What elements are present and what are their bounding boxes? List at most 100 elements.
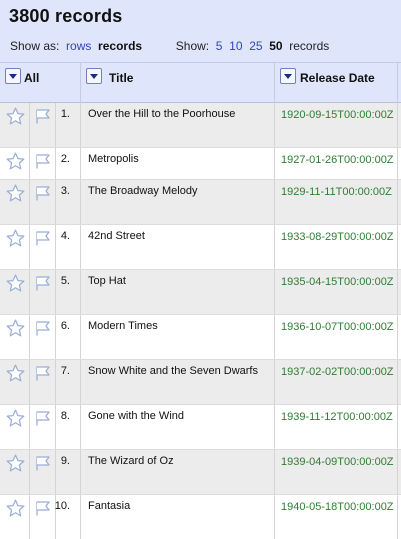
title-cell: 42nd Street [81, 225, 275, 269]
release-date-cell: 1920-09-15T00:00:00Z [275, 103, 398, 147]
table-row: 3. The Broadway Melody 1929-11-11T00:00:… [0, 180, 401, 225]
release-date-cell: 1940-05-18T00:00:00Z [275, 495, 398, 539]
title-cell: Top Hat [81, 270, 275, 314]
row-number: 7. [60, 365, 70, 377]
row-number-cell: 6. [56, 315, 81, 359]
row-number: 1. [60, 108, 70, 120]
flag-cell [30, 315, 56, 359]
all-dropdown-icon[interactable] [5, 68, 21, 84]
row-title: Modern Times [88, 320, 158, 332]
release-date-cell: 1939-11-12T00:00:00Z [275, 405, 398, 449]
flag-cell [30, 103, 56, 147]
star-icon[interactable] [6, 274, 25, 292]
table-row: 4. 42nd Street 1933-08-29T00:00:00Z [0, 225, 401, 270]
row-number: 3. [60, 185, 70, 197]
star-icon[interactable] [6, 364, 25, 382]
page-size-10-link[interactable]: 10 [229, 39, 242, 53]
star-icon[interactable] [6, 152, 25, 170]
star-icon[interactable] [6, 319, 25, 337]
view-rows-link[interactable]: rows [66, 39, 91, 53]
release-date-cell: 1937-02-02T00:00:00Z [275, 360, 398, 404]
row-number: 4. [60, 230, 70, 242]
title-cell: The Wizard of Oz [81, 450, 275, 494]
flag-icon[interactable] [34, 409, 52, 427]
table-row: 1. Over the Hill to the Poorhouse 1920-0… [0, 103, 401, 148]
star-icon[interactable] [6, 107, 25, 125]
row-release-date: 1933-08-29T00:00:00Z [281, 231, 394, 243]
row-title: The Wizard of Oz [88, 455, 174, 467]
row-release-date: 1929-11-11T00:00:00Z [281, 186, 392, 198]
star-icon[interactable] [6, 499, 25, 517]
release-date-dropdown-icon[interactable] [280, 68, 296, 84]
column-release-date-label: Release Date [300, 71, 375, 85]
row-title: Top Hat [88, 275, 126, 287]
release-date-cell: 1927-01-26T00:00:00Z [275, 148, 398, 179]
row-number-cell: 7. [56, 360, 81, 404]
row-title: Snow White and the Seven Dwarfs [88, 365, 258, 377]
star-icon[interactable] [6, 229, 25, 247]
row-number-cell: 10. [55, 495, 81, 539]
star-cell [0, 180, 30, 224]
star-cell [0, 225, 30, 269]
row-title: 42nd Street [88, 230, 145, 242]
page-size-25-link[interactable]: 25 [249, 39, 262, 53]
star-cell [0, 270, 30, 314]
star-cell [0, 405, 30, 449]
flag-icon[interactable] [34, 454, 52, 472]
flag-icon[interactable] [34, 319, 52, 337]
row-release-date: 1940-05-18T00:00:00Z [281, 501, 394, 513]
header-bar: 3800 records Show as: rows records Show:… [0, 0, 401, 62]
flag-icon[interactable] [34, 107, 52, 125]
view-controls: Show as: rows records Show: 5 10 25 50 r… [10, 39, 329, 53]
title-cell: Modern Times [81, 315, 275, 359]
flag-icon[interactable] [34, 152, 52, 170]
row-number: 6. [60, 320, 70, 332]
row-title: Over the Hill to the Poorhouse [88, 108, 236, 120]
star-cell [0, 450, 30, 494]
row-title: Metropolis [88, 153, 139, 165]
release-date-cell: 1935-04-15T00:00:00Z [275, 270, 398, 314]
page-size-50-current: 50 [269, 39, 283, 53]
row-number-cell: 1. [56, 103, 81, 147]
title-cell: Fantasia [81, 495, 275, 539]
row-number-cell: 8. [56, 405, 81, 449]
record-count: 3800 records [9, 6, 123, 26]
row-title: The Broadway Melody [88, 185, 198, 197]
row-number-cell: 4. [56, 225, 81, 269]
flag-cell [30, 225, 56, 269]
table-row: 5. Top Hat 1935-04-15T00:00:00Z [0, 270, 401, 315]
row-release-date: 1937-02-02T00:00:00Z [281, 366, 394, 378]
flag-icon[interactable] [34, 229, 52, 247]
flag-icon[interactable] [34, 364, 52, 382]
flag-icon[interactable] [34, 274, 52, 292]
column-all-label: All [24, 71, 40, 85]
star-icon[interactable] [6, 184, 25, 202]
column-title: Title [81, 63, 275, 103]
row-number: 9. [60, 455, 70, 467]
flag-icon[interactable] [34, 499, 52, 517]
column-header-row: All Title Release Date [0, 62, 401, 103]
table-row: 6. Modern Times 1936-10-07T00:00:00Z [0, 315, 401, 360]
star-icon[interactable] [6, 409, 25, 427]
star-cell [0, 315, 30, 359]
title-cell: Metropolis [81, 148, 275, 179]
release-date-cell: 1933-08-29T00:00:00Z [275, 225, 398, 269]
title-cell: The Broadway Melody [81, 180, 275, 224]
show-as-label: Show as: [10, 39, 60, 53]
records-table: 1. Over the Hill to the Poorhouse 1920-0… [0, 103, 401, 539]
page-size-5-link[interactable]: 5 [216, 39, 223, 53]
row-release-date: 1920-09-15T00:00:00Z [281, 109, 394, 121]
flag-cell [30, 148, 56, 179]
row-number-cell: 3. [56, 180, 81, 224]
release-date-cell: 1939-04-09T00:00:00Z [275, 450, 398, 494]
column-release-date: Release Date [275, 63, 398, 103]
star-icon[interactable] [6, 454, 25, 472]
row-release-date: 1939-11-12T00:00:00Z [281, 411, 393, 423]
flag-icon[interactable] [34, 184, 52, 202]
title-cell: Snow White and the Seven Dwarfs [81, 360, 275, 404]
row-number: 8. [60, 410, 70, 422]
flag-cell [30, 405, 56, 449]
table-row: 8. Gone with the Wind 1939-11-12T00:00:0… [0, 405, 401, 450]
title-dropdown-icon[interactable] [86, 68, 102, 84]
row-number: 5. [60, 275, 70, 287]
